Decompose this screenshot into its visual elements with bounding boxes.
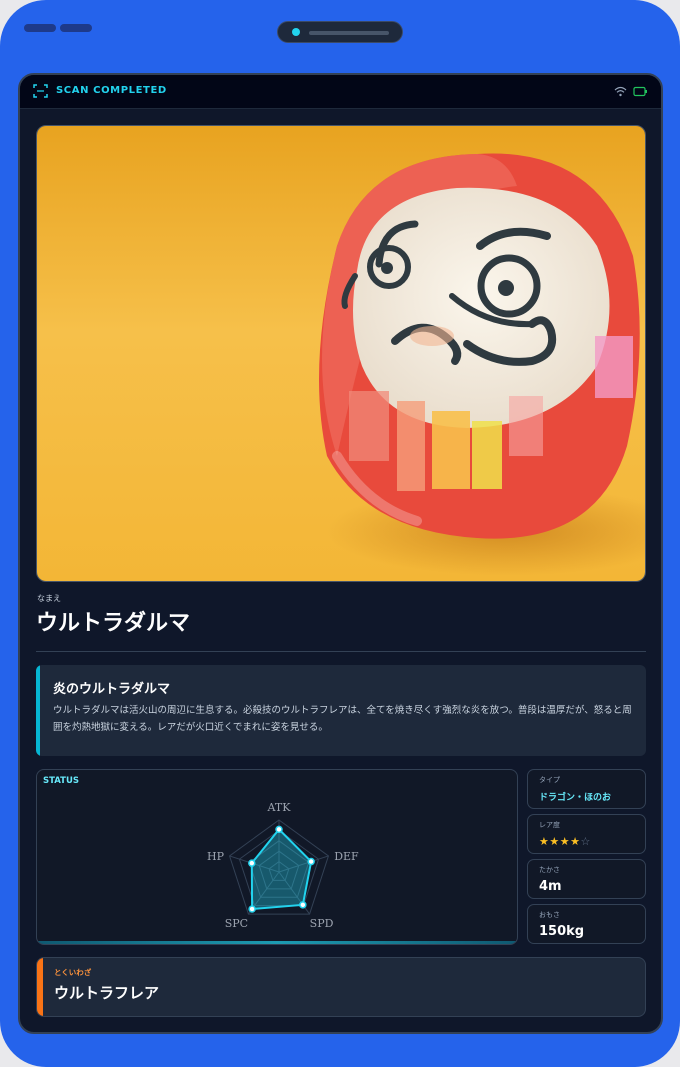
description-accent-bar	[36, 665, 40, 756]
radar-label-atk: ATK	[267, 801, 292, 814]
rarity-label: レア度	[539, 821, 560, 829]
description-body: ウルトラダルマは活火山の周辺に生息する。必殺技のウルトラフレアは、全てを焼き尽く…	[53, 705, 632, 733]
speaker-grille	[309, 31, 389, 35]
radar-label-def: DEF	[334, 850, 359, 863]
weight-value: 150kg	[539, 924, 585, 939]
star-filled-icon: ★	[559, 835, 571, 848]
move-name: ウルトラフレア	[54, 984, 160, 1002]
radar-point-spd	[299, 901, 307, 909]
height-label: たかさ	[539, 866, 560, 874]
status-panel: STATUS ATK DEF SPD SPC HP	[36, 769, 518, 945]
screen: SCAN COMPLETED なまえ ウルトラダルマ 炎のウルトラダルマ ウルト…	[18, 73, 663, 1034]
name-label: なまえ	[37, 594, 61, 603]
type-value: ドラゴン・ほのお	[539, 793, 612, 803]
move-label: とくいわざ	[54, 968, 92, 977]
scanned-photo	[36, 125, 646, 582]
rarity-box: レア度 ★★★★☆	[527, 814, 646, 854]
battery-icon	[633, 86, 647, 97]
description-card: 炎のウルトラダルマ ウルトラダルマは活火山の周辺に生息する。必殺技のウルトラフレ…	[36, 665, 646, 756]
radar-point-spc	[248, 905, 256, 913]
type-label: タイプ	[539, 776, 560, 784]
radar-label-spc: SPC	[225, 917, 248, 930]
weight-box: おもさ 150kg	[527, 904, 646, 944]
star-empty-icon: ☆	[580, 835, 591, 848]
radar-data-area	[250, 827, 313, 911]
scan-frame-icon	[33, 84, 48, 98]
status-bar: SCAN COMPLETED	[20, 75, 661, 109]
description-title: 炎のウルトラダルマ	[53, 682, 171, 697]
radar-label-spd: SPD	[310, 917, 334, 930]
status-label: STATUS	[43, 776, 80, 786]
camera-lens-icon	[292, 28, 300, 36]
star-filled-icon: ★	[549, 835, 560, 848]
scan-status-label: SCAN COMPLETED	[56, 85, 167, 96]
frame-indicator-left	[24, 24, 56, 32]
divider	[36, 651, 646, 652]
height-box: たかさ 4m	[527, 859, 646, 899]
wifi-icon	[614, 86, 627, 97]
frame-indicator-right	[60, 24, 92, 32]
special-move-card[interactable]: とくいわざ ウルトラフレア	[36, 957, 646, 1017]
radar-label-hp: HP	[207, 850, 225, 863]
type-box: タイプ ドラゴン・ほのお	[527, 769, 646, 809]
move-accent-bar	[37, 958, 43, 1016]
rarity-stars: ★★★★☆	[539, 835, 591, 848]
daruma-image	[37, 126, 645, 581]
radar-point-atk	[275, 825, 283, 834]
device-frame: SCAN COMPLETED なまえ ウルトラダルマ 炎のウルトラダルマ ウルト…	[0, 0, 680, 1067]
radar-point-hp	[248, 859, 256, 867]
star-filled-icon: ★	[570, 835, 581, 848]
status-glow-line	[37, 941, 517, 944]
star-filled-icon: ★	[539, 835, 550, 848]
radar-point-def	[307, 857, 315, 866]
monster-name: ウルトラダルマ	[36, 611, 191, 636]
weight-label: おもさ	[539, 911, 560, 919]
stats-radar-chart: ATK DEF SPD SPC HP	[207, 801, 359, 930]
camera-notch	[277, 21, 403, 43]
height-value: 4m	[539, 879, 562, 894]
